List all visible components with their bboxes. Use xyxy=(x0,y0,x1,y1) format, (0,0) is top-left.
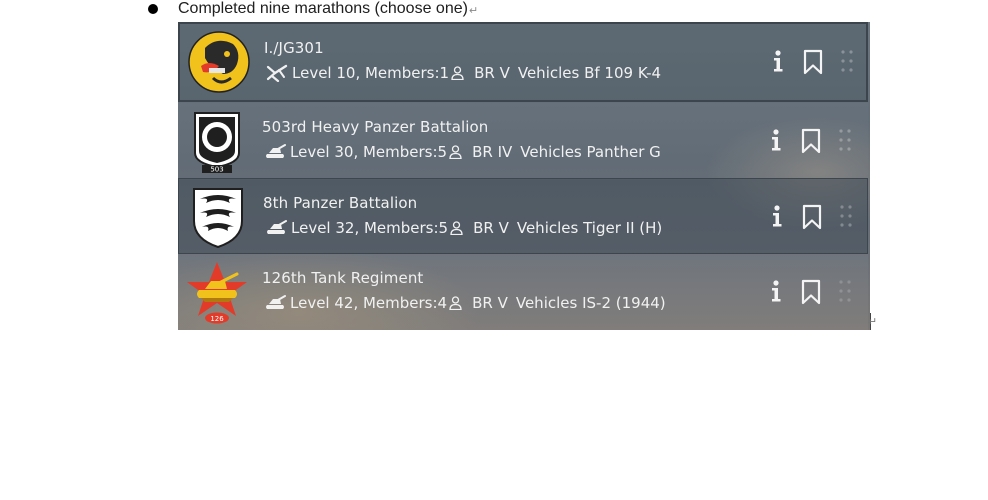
person-icon xyxy=(451,66,464,80)
level-members-text: Level 30, Members:5 xyxy=(290,143,448,161)
person-icon xyxy=(449,296,462,310)
info-icon xyxy=(773,205,782,227)
squad-meta: Level 32, Members:5 BR V Vehicles Tiger … xyxy=(265,219,662,237)
squad-meta: Level 10, Members:1 BR V Vehicles Bf 109… xyxy=(266,64,661,82)
info-button[interactable] xyxy=(770,48,786,74)
br-text: BR IV xyxy=(472,143,513,161)
bullet-text[interactable]: Completed nine marathons (choose one) xyxy=(178,0,468,18)
vehicles-text: Vehicles IS-2 (1944) xyxy=(515,294,666,312)
info-icon xyxy=(772,280,781,302)
squad-name: 126th Tank Regiment xyxy=(262,269,424,287)
br-text: BR V xyxy=(472,294,508,312)
info-button[interactable] xyxy=(769,203,785,229)
drag-handle-icon xyxy=(840,205,852,227)
squad-row-8th[interactable]: 8th Panzer Battalion Level 32, Members:5… xyxy=(178,178,868,254)
squad-name: 8th Panzer Battalion xyxy=(263,194,418,212)
bookmark-button[interactable] xyxy=(800,279,822,305)
info-button[interactable] xyxy=(768,278,784,304)
squad-name: I./JG301 xyxy=(264,39,324,57)
drag-handle-icon xyxy=(841,50,853,72)
emblem-label: 503 xyxy=(210,166,223,174)
bullet-line: Completed nine marathons (choose one) ↵ xyxy=(148,0,478,18)
bookmark-icon xyxy=(802,204,822,230)
vehicles-text: Vehicles Bf 109 K-4 xyxy=(517,64,662,82)
vehicles-text: Vehicles Tiger II (H) xyxy=(516,219,663,237)
bookmark-icon xyxy=(803,49,823,75)
bookmark-button[interactable] xyxy=(800,128,822,154)
emblem-label: 126 xyxy=(210,315,224,323)
person-icon xyxy=(449,145,462,159)
squad-meta: Level 42, Members:4 BR V Vehicles IS-2 (… xyxy=(264,294,666,312)
bullet-icon xyxy=(148,4,158,14)
bookmark-icon xyxy=(801,128,821,154)
level-members-text: Level 10, Members:1 xyxy=(292,64,450,82)
end-paragraph-mark-icon: ↵ xyxy=(868,316,878,328)
antlers-shield-emblem-icon xyxy=(186,185,250,249)
drag-handle[interactable] xyxy=(839,203,853,229)
level-members-text: Level 32, Members:5 xyxy=(291,219,449,237)
drag-handle[interactable] xyxy=(838,278,852,304)
squad-meta: Level 30, Members:5 BR IV Vehicles Panth… xyxy=(264,143,661,161)
boar-emblem-icon xyxy=(187,30,251,94)
aircraft-icon xyxy=(266,64,288,82)
bookmark-button[interactable] xyxy=(802,49,824,75)
info-icon xyxy=(774,50,783,72)
squad-list[interactable]: I./JG301 Level 10, Members:1 BR V Vehicl xyxy=(178,22,870,330)
squad-name: 503rd Heavy Panzer Battalion xyxy=(262,118,489,136)
person-icon xyxy=(450,221,463,235)
squad-row-jg301[interactable]: I./JG301 Level 10, Members:1 BR V Vehicl xyxy=(178,22,868,102)
info-button[interactable] xyxy=(768,127,784,153)
bookmark-button[interactable] xyxy=(801,204,823,230)
br-text: BR V xyxy=(474,64,510,82)
level-members-text: Level 42, Members:4 xyxy=(290,294,448,312)
squad-row-503rd[interactable]: 503 503rd Heavy Panzer Battalion Level 3… xyxy=(178,103,868,180)
squad-row-126th[interactable]: 126 126th Tank Regiment Level 42, Member… xyxy=(178,254,868,330)
ring-shield-emblem-icon: 503 xyxy=(185,109,249,173)
vehicles-text: Vehicles Panther G xyxy=(520,143,661,161)
info-icon xyxy=(772,129,781,151)
tank-icon xyxy=(264,143,286,161)
bookmark-icon xyxy=(801,279,821,305)
br-text: BR V xyxy=(473,219,509,237)
paragraph-mark-icon: ↵ xyxy=(468,4,479,17)
tank-icon xyxy=(264,294,286,312)
drag-handle[interactable] xyxy=(838,127,852,153)
drag-handle-icon xyxy=(839,280,851,302)
drag-handle[interactable] xyxy=(840,48,854,74)
drag-handle-icon xyxy=(839,129,851,151)
red-star-tank-emblem-icon: 126 xyxy=(185,260,249,324)
tank-icon xyxy=(265,219,287,237)
